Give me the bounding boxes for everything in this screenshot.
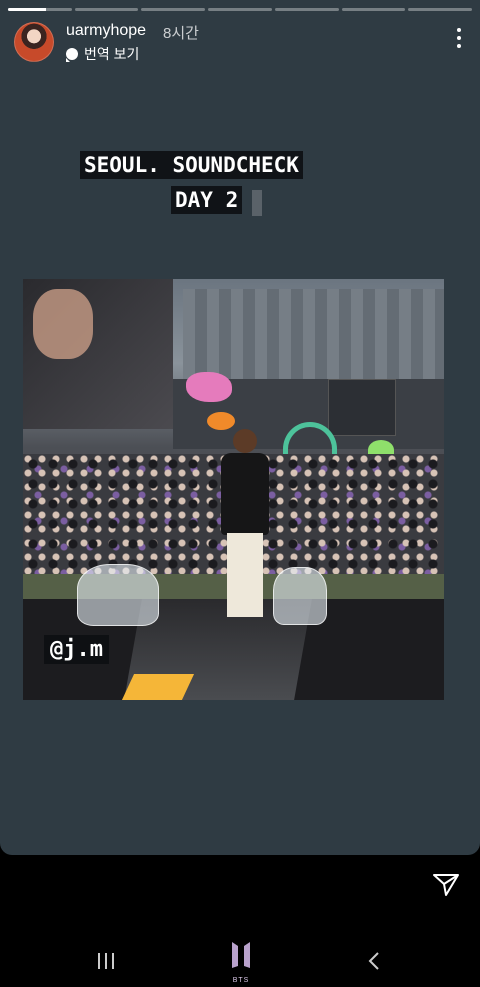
avatar[interactable] (14, 22, 54, 62)
translate-icon (66, 48, 78, 62)
stage-light (121, 674, 195, 700)
text-cursor-block (252, 190, 262, 216)
mention-sticker[interactable]: @j.m (44, 635, 109, 664)
caption-line-1: SEOUL. SOUNDCHECK (80, 151, 303, 179)
progress-segment (74, 8, 139, 11)
story-progress-bar (8, 8, 473, 11)
pink-cloud-decor (186, 372, 232, 402)
plastic-cover-left (77, 564, 159, 626)
stage-screen-left (23, 279, 173, 429)
orange-cloud-decor (207, 412, 235, 430)
progress-segment (408, 8, 473, 11)
translate-link[interactable]: 번역 보기 (66, 44, 139, 64)
story-panel[interactable]: uarmyhope 8시간 번역 보기 SEOUL. SOUNDCHECK DA… (0, 0, 480, 855)
home-logo-text: BTS (232, 977, 250, 984)
post-time: 8시간 (163, 25, 199, 42)
progress-segment (341, 8, 406, 11)
progress-segment (208, 8, 272, 11)
stadium-stands (183, 289, 444, 379)
recent-apps-icon[interactable] (98, 953, 114, 969)
progress-segment (141, 8, 206, 11)
caption-line-2: DAY 2 (171, 186, 243, 214)
progress-segment (8, 8, 72, 11)
home-bts-logo-icon[interactable]: BTS (226, 940, 256, 984)
translate-label: 번역 보기 (84, 46, 140, 62)
progress-segment (274, 8, 339, 11)
performer-figure (221, 429, 269, 619)
stage-screen-right (328, 379, 396, 436)
paper-plane-icon[interactable] (432, 873, 460, 897)
back-icon[interactable] (368, 951, 380, 971)
username[interactable]: uarmyhope (66, 22, 146, 40)
story-photo: @j.m (23, 279, 444, 700)
more-options-icon[interactable] (456, 28, 462, 48)
plastic-cover-right (273, 567, 327, 625)
